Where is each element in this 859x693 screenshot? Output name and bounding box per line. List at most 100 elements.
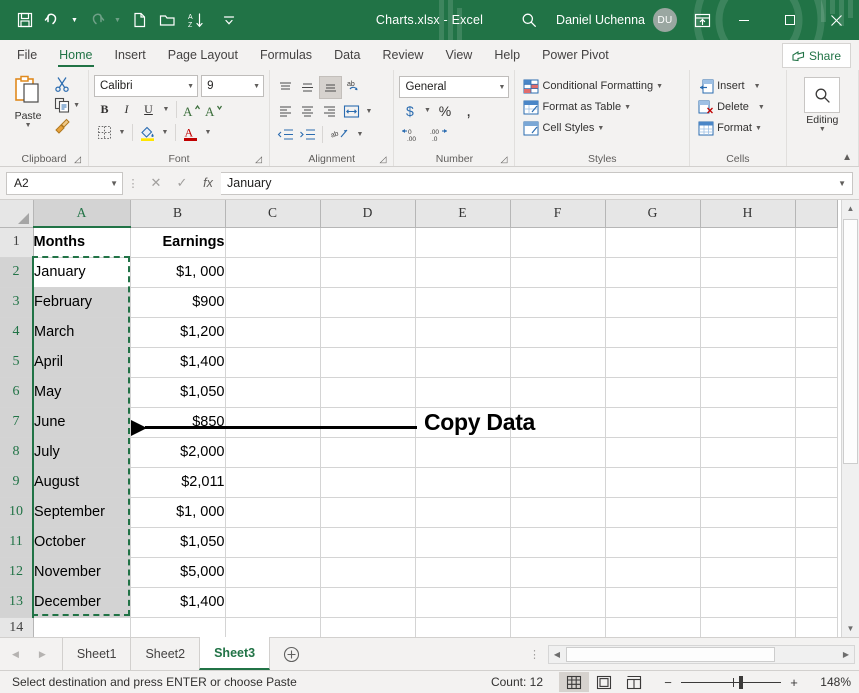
cell-D7[interactable] [320, 407, 415, 437]
cell-D3[interactable] [320, 287, 415, 317]
cell-B10[interactable]: $1, 000 [130, 497, 225, 527]
count-indicator[interactable]: Count: 12 [491, 675, 559, 689]
underline-chevron-down-icon[interactable]: ▼ [160, 99, 172, 120]
cell-partial[interactable] [795, 407, 837, 437]
cell-styles-button[interactable]: Cell Styles ▼ [520, 118, 666, 138]
scroll-left-arrow-icon[interactable]: ◀ [549, 647, 565, 662]
column-header-c[interactable]: C [225, 200, 320, 227]
cell-C9[interactable] [225, 467, 320, 497]
underline-button[interactable]: U [138, 99, 159, 120]
increase-decimal-button[interactable]: 0 .00 [399, 123, 425, 144]
confirm-entry-icon[interactable]: ✓ [169, 173, 195, 194]
cell-E8[interactable] [415, 437, 510, 467]
column-header-b[interactable]: B [130, 200, 225, 227]
row-header-13[interactable]: 13 [0, 587, 33, 617]
cell-F2[interactable] [510, 257, 605, 287]
font-family-combo[interactable]: Calibri ▼ [94, 75, 198, 97]
sheet-tab-sheet2[interactable]: Sheet2 [130, 638, 199, 670]
undo-dropdown-chevron-down-icon[interactable]: ▼ [68, 7, 81, 33]
cell-G10[interactable] [605, 497, 700, 527]
cell-E4[interactable] [415, 317, 510, 347]
tab-data[interactable]: Data [323, 40, 371, 70]
font-size-chevron-down-icon[interactable]: ▼ [253, 83, 260, 90]
cell-A1[interactable]: Months [33, 227, 130, 257]
conditional-formatting-button[interactable]: Conditional Formatting ▼ [520, 76, 666, 96]
column-header-g[interactable]: G [605, 200, 700, 227]
save-icon[interactable] [12, 7, 38, 33]
fill-color-chevron-down-icon[interactable]: ▼ [159, 122, 171, 143]
tab-view[interactable]: View [434, 40, 483, 70]
cell-C11[interactable] [225, 527, 320, 557]
column-header-e[interactable]: E [415, 200, 510, 227]
scroll-right-arrow-icon[interactable]: ▶ [838, 647, 854, 662]
comma-format-button[interactable]: , [456, 100, 477, 121]
sheet-tab-sheet1[interactable]: Sheet1 [62, 638, 131, 670]
cell-A3[interactable]: February [33, 287, 130, 317]
minimize-button[interactable] [721, 0, 767, 40]
cell-partial[interactable] [795, 467, 837, 497]
share-button[interactable]: Share [782, 43, 851, 68]
format-as-table-button[interactable]: Format as Table ▼ [520, 97, 666, 117]
cell-E13[interactable] [415, 587, 510, 617]
cell-C13[interactable] [225, 587, 320, 617]
number-dialog-launcher[interactable]: ◿ [501, 154, 508, 165]
format-as-table-chevron-down-icon[interactable]: ▼ [624, 104, 631, 111]
cell-B6[interactable]: $1,050 [130, 377, 225, 407]
number-format-combo[interactable]: General ▼ [399, 76, 509, 98]
cell-B5[interactable]: $1,400 [130, 347, 225, 377]
cell-F13[interactable] [510, 587, 605, 617]
copy-chevron-down-icon[interactable]: ▼ [73, 102, 80, 109]
vertical-scrollbar[interactable]: ▲ ▼ [841, 200, 859, 637]
cell-B8[interactable]: $2,000 [130, 437, 225, 467]
cell-partial[interactable] [795, 587, 837, 617]
decrease-decimal-button[interactable]: .00 .0 [426, 123, 452, 144]
orientation-button[interactable]: ab [343, 77, 369, 98]
clipboard-dialog-launcher[interactable]: ◿ [74, 154, 81, 165]
cell-partial[interactable] [795, 557, 837, 587]
cell-D9[interactable] [320, 467, 415, 497]
cell-E10[interactable] [415, 497, 510, 527]
cell-H1[interactable] [700, 227, 795, 257]
cell-partial[interactable] [795, 617, 837, 637]
cell-E12[interactable] [415, 557, 510, 587]
paste-chevron-down-icon[interactable]: ▼ [25, 122, 32, 129]
font-color-button[interactable]: A [180, 122, 201, 143]
zoom-slider-track[interactable] [681, 682, 781, 683]
cell-A4[interactable]: March [33, 317, 130, 347]
sort-az-icon[interactable]: A Z [182, 7, 208, 33]
number-format-chevron-down-icon[interactable]: ▼ [499, 84, 506, 91]
cell-F4[interactable] [510, 317, 605, 347]
cell-G3[interactable] [605, 287, 700, 317]
redo-icon[interactable] [83, 7, 109, 33]
horizontal-scrollbar-thumb[interactable] [566, 647, 775, 662]
format-painter-button[interactable] [51, 116, 83, 136]
row-header-4[interactable]: 4 [0, 317, 33, 347]
insert-cells-button[interactable]: Insert ▼ [695, 76, 768, 96]
font-color-chevron-down-icon[interactable]: ▼ [202, 122, 214, 143]
vertical-scrollbar-thumb[interactable] [843, 219, 858, 464]
normal-view-icon[interactable] [559, 672, 589, 692]
name-box-chevron-down-icon[interactable]: ▼ [110, 179, 118, 188]
accounting-format-button[interactable]: $ [399, 100, 420, 121]
cell-F12[interactable] [510, 557, 605, 587]
maximize-button[interactable] [767, 0, 813, 40]
cell-B13[interactable]: $1,400 [130, 587, 225, 617]
avatar[interactable]: DU [653, 8, 677, 32]
formula-input[interactable]: January ▼ [221, 172, 853, 195]
cut-button[interactable] [51, 74, 83, 94]
cell-C3[interactable] [225, 287, 320, 317]
merge-chevron-down-icon[interactable]: ▼ [363, 101, 375, 122]
cell-D5[interactable] [320, 347, 415, 377]
cell-B2[interactable]: $1, 000 [130, 257, 225, 287]
text-direction-chevron-down-icon[interactable]: ▼ [354, 124, 366, 145]
font-family-chevron-down-icon[interactable]: ▼ [187, 83, 194, 90]
user-account[interactable]: Daniel Uchenna DU [546, 8, 683, 32]
row-header-3[interactable]: 3 [0, 287, 33, 317]
decrease-indent-button[interactable] [275, 124, 296, 145]
cell-B11[interactable]: $1,050 [130, 527, 225, 557]
tab-formulas[interactable]: Formulas [249, 40, 323, 70]
cell-C5[interactable] [225, 347, 320, 377]
cell-A5[interactable]: April [33, 347, 130, 377]
tab-insert[interactable]: Insert [104, 40, 157, 70]
column-header-a[interactable]: A [33, 200, 130, 227]
